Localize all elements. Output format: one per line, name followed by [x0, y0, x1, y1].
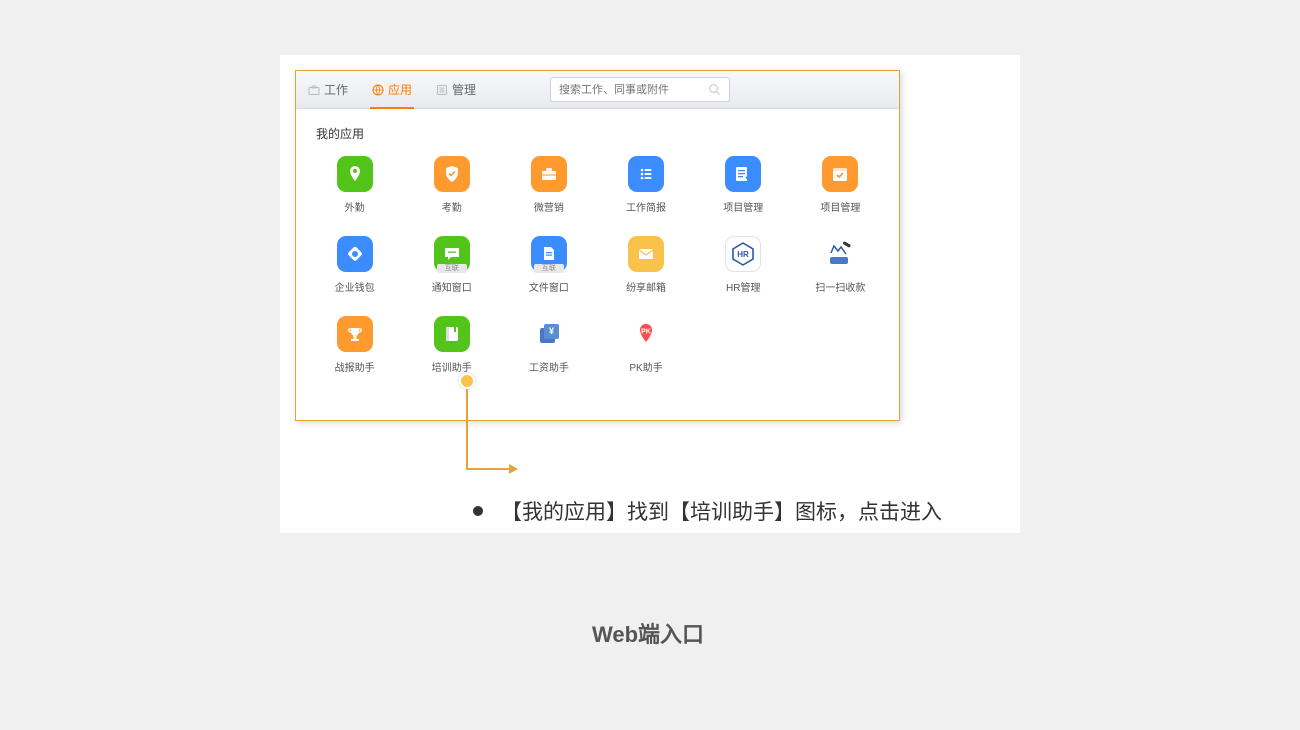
callout-text: 【我的应用】找到【培训助手】图标，点击进入 [501, 496, 942, 526]
app-pk[interactable]: PK PK助手 [613, 316, 678, 374]
app-wenjian[interactable]: 互联 文件窗口 [516, 236, 581, 294]
svg-text:¥: ¥ [549, 326, 554, 336]
app-label: PK助手 [629, 359, 662, 374]
arrow-vertical [466, 389, 468, 469]
app-label: 扫一扫收款 [815, 279, 865, 294]
trophy-icon [337, 316, 373, 352]
salary-icon: ¥ [531, 316, 567, 352]
app-xiangmu1[interactable]: 项目管理 [711, 156, 776, 214]
app-hr[interactable]: HR HR管理 [711, 236, 776, 294]
highlight-dot [459, 373, 475, 389]
mail-icon [628, 236, 664, 272]
briefcase-icon [531, 156, 567, 192]
pin-icon [337, 156, 373, 192]
app-label: 项目管理 [820, 199, 860, 214]
chat-icon: 互联 [434, 236, 470, 272]
app-label: 微营销 [534, 199, 564, 214]
tab-work-label: 工作 [324, 81, 348, 98]
callout-line: 【我的应用】找到【培训助手】图标，点击进入 [473, 496, 942, 526]
calendar-check-icon [822, 156, 858, 192]
app-label: 纷享邮箱 [626, 279, 666, 294]
arrow-head-icon [509, 464, 518, 474]
diamond-icon [337, 236, 373, 272]
app-window: 工作 应用 管理 我的应用 [295, 70, 900, 421]
app-xiangmu2[interactable]: 项目管理 [808, 156, 873, 214]
app-label: 工资助手 [529, 359, 569, 374]
tab-apps-label: 应用 [388, 81, 412, 98]
tab-apps[interactable]: 应用 [372, 71, 412, 108]
tab-manage-label: 管理 [452, 81, 476, 98]
checklist-icon [725, 156, 761, 192]
app-label: 通知窗口 [432, 279, 472, 294]
search-icon [708, 83, 721, 96]
bullet-icon [473, 506, 483, 516]
app-label: 项目管理 [723, 199, 763, 214]
apps-panel: 我的应用 外勤 考勤 [296, 109, 899, 384]
hr-icon: HR [725, 236, 761, 272]
apps-grid: 外勤 考勤 微营销 [316, 156, 879, 374]
app-label: 考勤 [442, 199, 462, 214]
briefcase-icon [308, 84, 320, 96]
app-youxiang[interactable]: 纷享邮箱 [613, 236, 678, 294]
panel-title: 我的应用 [316, 125, 879, 142]
app-label: 工作简报 [626, 199, 666, 214]
app-gongzi[interactable]: ¥ 工资助手 [516, 316, 581, 374]
page-caption: Web端入口 [592, 617, 704, 649]
app-qiyeqianbao[interactable]: 企业钱包 [322, 236, 387, 294]
app-weiyingxiao[interactable]: 微营销 [516, 156, 581, 214]
window-topbar: 工作 应用 管理 [296, 71, 899, 109]
app-label: HR管理 [726, 279, 760, 294]
file-icon: 互联 [531, 236, 567, 272]
tab-work[interactable]: 工作 [308, 71, 348, 108]
app-label: 外勤 [345, 199, 365, 214]
app-peixun[interactable]: 培训助手 [419, 316, 484, 374]
badge: 互联 [534, 264, 564, 273]
app-jianbao[interactable]: 工作简报 [613, 156, 678, 214]
tab-manage[interactable]: 管理 [436, 71, 476, 108]
app-scan[interactable]: 扫一扫收款 [808, 236, 873, 294]
book-icon [434, 316, 470, 352]
list-icon [436, 84, 448, 96]
shield-check-icon [434, 156, 470, 192]
app-waiqin[interactable]: 外勤 [322, 156, 387, 214]
app-zhanbao[interactable]: 战报助手 [322, 316, 387, 374]
search-input[interactable] [559, 84, 708, 96]
search-box[interactable] [550, 77, 730, 102]
svg-text:PK: PK [641, 329, 651, 336]
globe-icon [372, 84, 384, 96]
arrow-horizontal [466, 468, 511, 470]
app-label: 企业钱包 [335, 279, 375, 294]
app-label: 文件窗口 [529, 279, 569, 294]
app-label: 战报助手 [335, 359, 375, 374]
scan-icon [822, 236, 858, 272]
svg-text:HR: HR [737, 250, 749, 259]
app-kaoqin[interactable]: 考勤 [419, 156, 484, 214]
slide-card: 工作 应用 管理 我的应用 [280, 55, 1020, 533]
app-tongzhi[interactable]: 互联 通知窗口 [419, 236, 484, 294]
app-label: 培训助手 [432, 359, 472, 374]
pk-icon: PK [628, 316, 664, 352]
list-icon [628, 156, 664, 192]
badge: 互联 [437, 264, 467, 273]
